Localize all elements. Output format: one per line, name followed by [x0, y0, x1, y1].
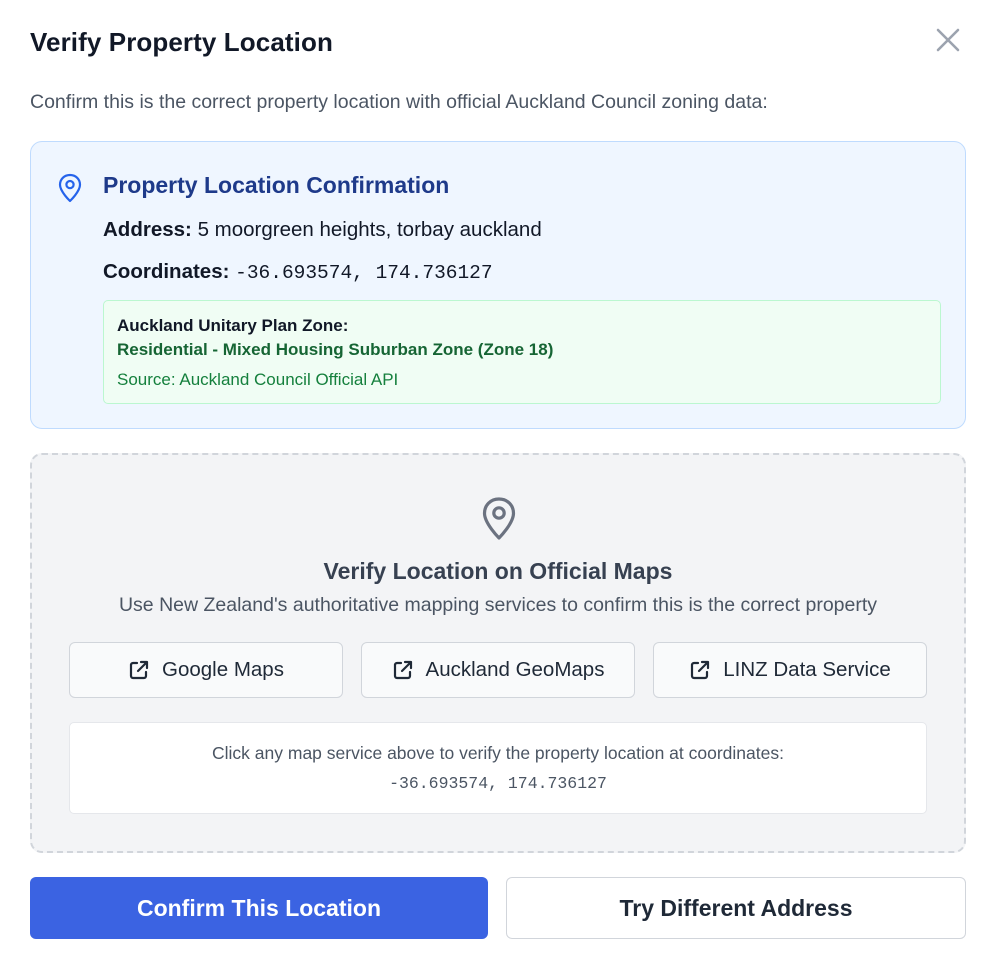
coordinates-value: -36.693574, 174.736127 [235, 262, 493, 284]
try-different-address-button[interactable]: Try Different Address [506, 877, 966, 939]
coordinates-info-box: Click any map service above to verify th… [69, 722, 927, 814]
auckland-geomaps-label: Auckland GeoMaps [425, 658, 605, 681]
external-link-icon [393, 660, 412, 680]
verify-location-dialog: Verify Property Location Confirm this is… [0, 0, 997, 970]
info-text: Click any map service above to verify th… [212, 743, 784, 763]
dialog-title: Verify Property Location [30, 27, 333, 57]
auckland-geomaps-button[interactable]: Auckland GeoMaps [361, 642, 635, 698]
close-icon [936, 28, 960, 52]
zone-info-box: Auckland Unitary Plan Zone: Residential … [103, 300, 941, 404]
external-link-icon [691, 660, 710, 680]
external-link-icon [129, 660, 149, 680]
confirm-location-button[interactable]: Confirm This Location [30, 877, 488, 939]
map-panel-title: Verify Location on Official Maps [323, 558, 673, 584]
map-verification-panel: Verify Location on Official Maps Use New… [30, 453, 966, 853]
linz-data-service-button[interactable]: LINZ Data Service [653, 642, 927, 698]
zone-label: Auckland Unitary Plan Zone: [117, 316, 349, 335]
address-label: Address: [103, 218, 192, 241]
map-pin-icon [58, 173, 82, 203]
linz-data-service-label: LINZ Data Service [723, 658, 891, 681]
dialog-subtitle: Confirm this is the correct property loc… [30, 91, 768, 113]
close-button[interactable] [930, 22, 966, 58]
google-maps-label: Google Maps [162, 658, 284, 681]
info-coordinates: -36.693574, 174.736127 [389, 774, 607, 793]
zone-value: Residential - Mixed Housing Suburban Zon… [117, 340, 554, 359]
coordinates-label: Coordinates: [103, 260, 230, 283]
address-row: Address: 5 moorgreen heights, torbay auc… [103, 218, 542, 242]
location-confirmation-card: Property Location Confirmation Address: … [30, 141, 966, 429]
zone-source: Source: Auckland Council Official API [117, 370, 399, 389]
map-pin-icon [482, 497, 516, 540]
google-maps-button[interactable]: Google Maps [69, 642, 343, 698]
coordinates-row: Coordinates: -36.693574, 174.736127 [103, 260, 493, 284]
address-value: 5 moorgreen heights, torbay auckland [197, 218, 542, 241]
map-panel-description: Use New Zealand's authoritative mapping … [118, 594, 878, 616]
confirmation-title: Property Location Confirmation [103, 172, 450, 198]
